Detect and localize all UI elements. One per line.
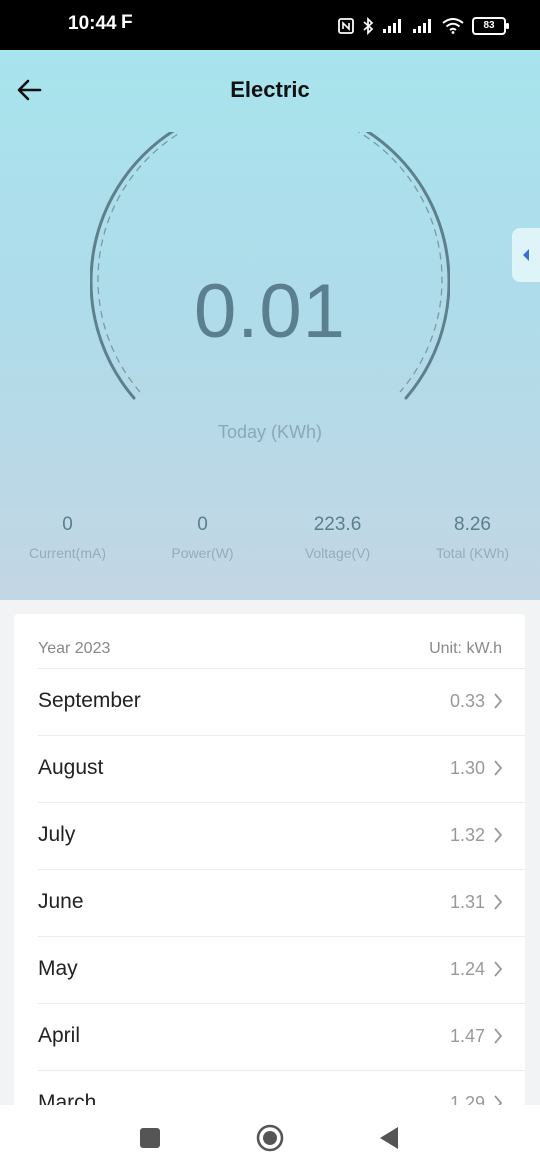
energy-overview: Electric 0.01 Today (KWh) 0 Current(mA) … — [0, 50, 540, 600]
card-header: Year 2023 Unit: kW.h — [38, 640, 502, 658]
stat-voltage: 223.6 Voltage(V) — [270, 514, 405, 561]
status-time: 10:44 — [68, 13, 117, 34]
month-name: April — [38, 1024, 81, 1047]
month-name: June — [38, 890, 84, 913]
month-row-july[interactable]: July 1.32 — [38, 802, 525, 869]
month-value: 0.33 — [449, 691, 485, 711]
today-energy-value: 0.01 — [194, 269, 346, 354]
chevron-right-icon — [494, 1028, 503, 1044]
month-name: September — [38, 689, 141, 712]
monthly-usage-card: Year 2023 Unit: kW.h September 0.33 Augu… — [14, 614, 525, 1170]
month-row-april[interactable]: April 1.47 — [38, 1003, 525, 1070]
caret-left-icon — [523, 249, 529, 261]
stat-value: 0 — [197, 514, 208, 535]
month-list: September 0.33 August 1.30 July 1.32 Jun… — [38, 668, 525, 1137]
stat-value: 223.6 — [313, 514, 362, 535]
bluetooth-icon — [363, 17, 374, 35]
chevron-right-icon — [494, 760, 503, 776]
circle-icon[interactable] — [256, 1124, 284, 1152]
year-label: Year 2023 — [38, 640, 111, 657]
month-value: 1.32 — [449, 825, 485, 845]
nfc-icon — [338, 18, 354, 34]
signal-icon-2 — [413, 19, 431, 33]
triangle-back-icon[interactable] — [378, 1126, 400, 1150]
app-notification-icon: F — [121, 12, 133, 33]
month-value: 1.24 — [449, 959, 485, 979]
stat-label: Current(mA) — [28, 545, 106, 561]
stat-label: Total (KWh) — [435, 545, 510, 561]
month-name: May — [38, 957, 78, 980]
system-nav-bar — [0, 1105, 540, 1170]
month-value: 1.47 — [449, 1026, 485, 1046]
month-row-august[interactable]: August 1.30 — [38, 735, 525, 802]
square-icon[interactable] — [139, 1127, 161, 1149]
page-title: Electric — [230, 77, 310, 102]
wifi-icon — [442, 18, 464, 34]
chevron-right-icon — [494, 693, 503, 709]
battery-icon: 83 — [472, 17, 509, 35]
stat-power: 0 Power(W) — [135, 514, 270, 561]
stats-row: 0 Current(mA) 0 Power(W) 223.6 Voltage(V… — [0, 514, 540, 561]
chevron-right-icon — [494, 961, 503, 977]
unit-label: Unit: kW.h — [429, 640, 502, 657]
month-value: 1.31 — [449, 892, 485, 912]
side-panel-toggle[interactable] — [512, 228, 540, 282]
month-value: 1.30 — [449, 758, 485, 778]
month-row-june[interactable]: June 1.31 — [38, 869, 525, 936]
stat-current: 0 Current(mA) — [0, 514, 135, 561]
stat-value: 0 — [62, 514, 73, 535]
status-bar: 10:44 F 83 — [0, 0, 540, 50]
signal-icon-1 — [383, 19, 401, 33]
chevron-right-icon — [494, 827, 503, 843]
month-name: July — [38, 823, 76, 846]
month-name: August — [38, 756, 104, 779]
today-energy-label: Today (KWh) — [217, 422, 323, 442]
month-row-september[interactable]: September 0.33 — [38, 668, 525, 735]
stat-label: Power(W) — [171, 545, 234, 561]
chevron-right-icon — [494, 894, 503, 910]
stat-value: 8.26 — [454, 514, 491, 535]
status-icons: 83 — [338, 17, 509, 35]
stat-label: Voltage(V) — [304, 545, 371, 561]
stat-total: 8.26 Total (KWh) — [405, 514, 540, 561]
month-row-may[interactable]: May 1.24 — [38, 936, 525, 1003]
